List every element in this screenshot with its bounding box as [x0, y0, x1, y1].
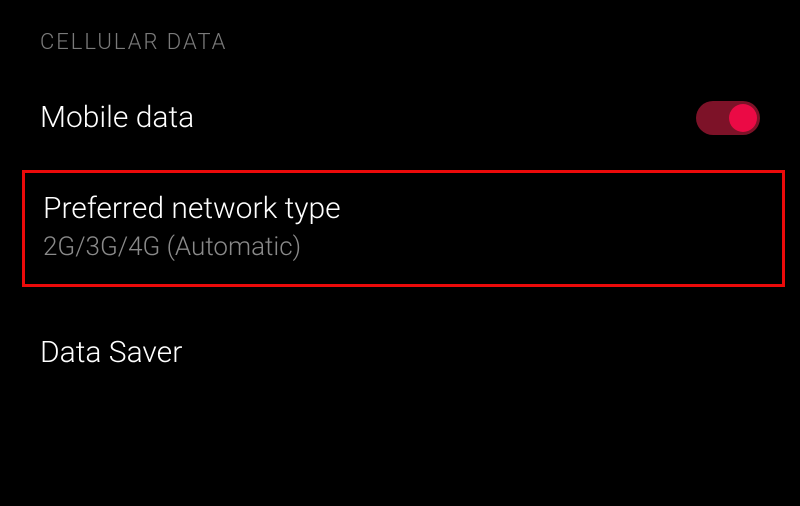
mobile-data-row[interactable]: Mobile data — [0, 65, 800, 170]
data-saver-label: Data Saver — [40, 335, 182, 370]
preferred-network-title: Preferred network type — [43, 191, 764, 226]
mobile-data-label: Mobile data — [40, 100, 194, 135]
mobile-data-toggle[interactable] — [696, 101, 760, 135]
preferred-network-type-row[interactable]: Preferred network type 2G/3G/4G (Automat… — [22, 170, 785, 287]
toggle-knob-icon — [729, 104, 757, 132]
preferred-network-subtitle: 2G/3G/4G (Automatic) — [43, 232, 764, 262]
data-saver-row[interactable]: Data Saver — [0, 287, 800, 418]
section-header: CELLULAR DATA — [0, 0, 800, 65]
